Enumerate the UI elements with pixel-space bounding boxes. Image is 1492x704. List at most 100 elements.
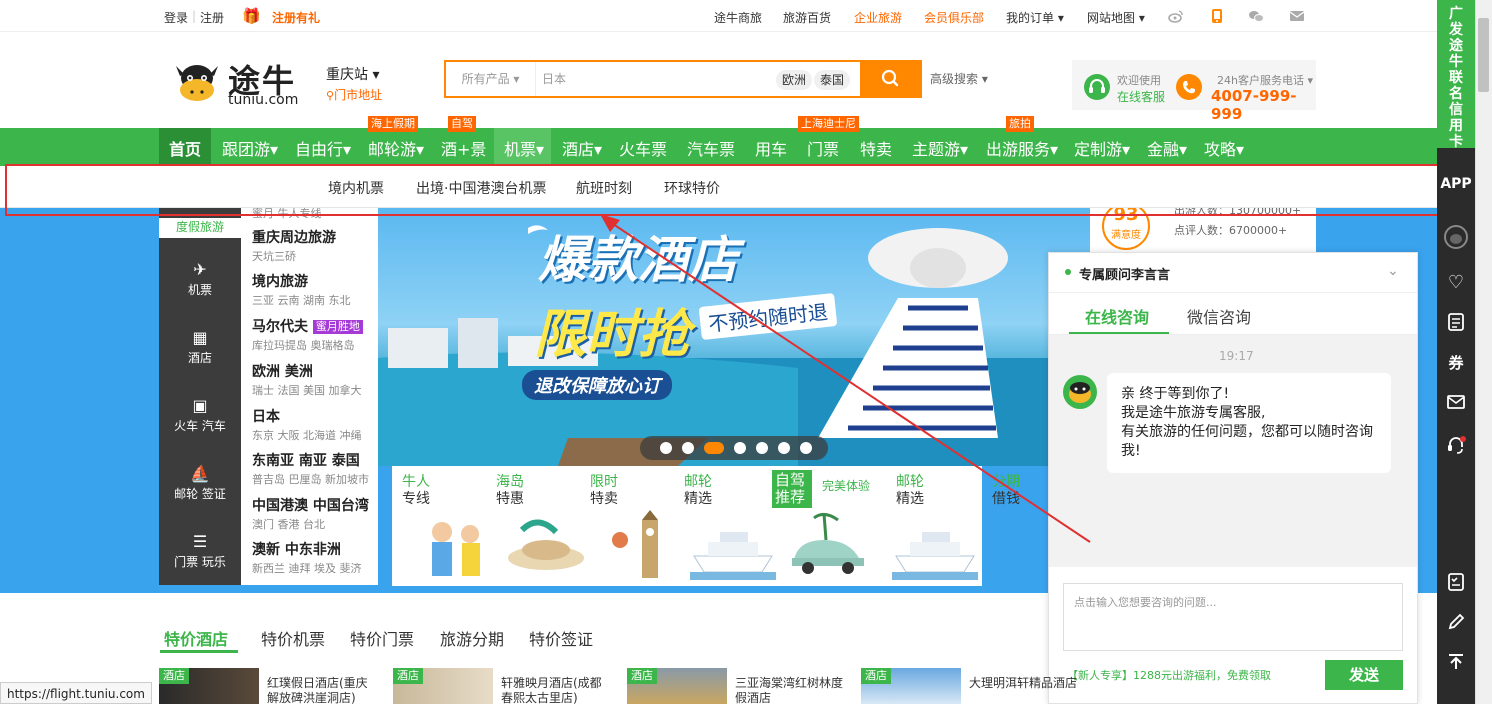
tab-visa-deals[interactable]: 特价签证 — [529, 626, 593, 650]
category-cruise-visa-label: 邮轮 签证 — [174, 487, 226, 501]
nav-hotel-scenic[interactable]: 酒+景 — [441, 136, 486, 160]
promo-card[interactable]: 海岛 特惠 — [496, 474, 586, 508]
destination-title[interactable]: 重庆周边旅游 — [252, 227, 376, 247]
notes-icon[interactable] — [1437, 312, 1475, 337]
mascot-icon[interactable] — [1437, 224, 1475, 255]
scrollbar-thumb[interactable] — [1478, 18, 1489, 92]
destination-title[interactable]: 马尔代夫 — [252, 319, 308, 335]
login-link[interactable]: 登录 — [164, 9, 188, 26]
promo-title: 海岛 — [496, 474, 524, 490]
nav-train[interactable]: 火车票 — [619, 136, 667, 160]
destination-sub[interactable]: 普吉岛 巴厘岛 新加坡市 — [252, 471, 376, 487]
mobile-icon[interactable] — [1209, 8, 1225, 24]
coupon-button[interactable]: 券 — [1437, 352, 1475, 373]
category-hotels[interactable]: ▦ 酒店 — [159, 328, 241, 366]
register-gift-link[interactable]: 注册有礼 — [272, 9, 320, 26]
member-club-link[interactable]: 会员俱乐部 — [924, 9, 984, 26]
customer-service-icon[interactable] — [1437, 434, 1475, 461]
business-travel-link[interactable]: 途牛商旅 — [714, 9, 762, 26]
category-vacation[interactable]: 度假旅游 — [159, 218, 241, 238]
my-orders-link[interactable]: 我的订单 ▾ — [1006, 9, 1064, 26]
page-scrollbar[interactable] — [1475, 0, 1492, 704]
destination-title[interactable]: 澳新 中东非洲 — [252, 539, 376, 559]
nav-travel-service[interactable]: 出游服务▾ — [986, 136, 1058, 160]
category-train-bus[interactable]: ▣ 火车 汽车 — [159, 396, 241, 434]
nav-flights[interactable]: 机票▾ — [504, 136, 544, 160]
divider: | — [192, 9, 197, 23]
station-selector[interactable]: 重庆站 ▾ — [326, 64, 379, 84]
annotation-arrow — [600, 214, 1091, 543]
destination-sub[interactable]: 天坑三硚 — [252, 248, 376, 264]
destination-title[interactable]: 东南亚 南亚 泰国 — [252, 450, 376, 470]
nav-cruise[interactable]: 邮轮游▾ — [368, 136, 424, 160]
store-address-link[interactable]: ⚲门市地址 — [326, 86, 382, 103]
destination-sub[interactable]: 澳门 香港 台北 — [252, 516, 376, 532]
destination-group: 中国港澳 中国台湾 澳门 香港 台北 — [252, 495, 376, 532]
weibo-icon[interactable] — [1168, 8, 1184, 24]
tab-installment[interactable]: 旅游分期 — [440, 626, 504, 650]
feedback-pencil-icon[interactable] — [1437, 612, 1475, 637]
destination-sub[interactable]: 三亚 云南 湖南 东北 — [252, 292, 376, 308]
mail-icon[interactable] — [1437, 392, 1475, 417]
promo-card[interactable]: 牛人 专线 — [402, 474, 492, 508]
promo-sub: 专线 — [402, 491, 430, 507]
destination-group: 东南亚 南亚 泰国 普吉岛 巴厘岛 新加坡市 — [252, 450, 376, 487]
destination-sub[interactable]: 库拉玛提岛 奥瑞格岛 — [252, 337, 376, 353]
destination-sub[interactable]: 东京 大阪 北海道 冲绳 — [252, 427, 376, 443]
nav-finance[interactable]: 金融▾ — [1147, 136, 1187, 160]
nav-guides[interactable]: 攻略▾ — [1204, 136, 1244, 160]
favorite-heart-icon[interactable]: ♡ — [1437, 272, 1475, 293]
train-icon: ▣ — [192, 396, 208, 415]
tab-wechat-consult[interactable]: 微信咨询 — [1187, 304, 1251, 328]
search-hot-tag[interactable]: 欧洲 — [776, 70, 813, 90]
advanced-search-link[interactable]: 高级搜索 ▾ — [930, 70, 988, 87]
tab-ticket-deals[interactable]: 特价门票 — [350, 626, 414, 650]
nav-tickets[interactable]: 门票 — [807, 136, 839, 160]
hotel-card[interactable]: 酒店 红璞假日酒店(重庆解放碑洪崖洞店) — [159, 668, 377, 704]
destination-group: 重庆周边旅游 天坑三硚 — [252, 227, 376, 264]
app-download[interactable]: APP — [1437, 176, 1475, 192]
hotel-card[interactable]: 酒店 轩雅映月酒店(成都春熙太古里店) — [393, 668, 611, 704]
category-tickets-fun[interactable]: ☰ 门票 玩乐 — [159, 532, 241, 570]
destination-title[interactable]: 欧洲 美洲 — [252, 361, 376, 381]
tab-hotel-deals[interactable]: 特价酒店 — [164, 626, 228, 650]
survey-icon[interactable] — [1437, 572, 1475, 597]
nav-independent-travel[interactable]: 自由行▾ — [295, 136, 351, 160]
send-button[interactable]: 发送 — [1325, 660, 1403, 690]
nav-home[interactable]: 首页 — [169, 136, 201, 160]
category-flights[interactable]: ✈ 机票 — [159, 260, 241, 298]
destination-title[interactable]: 境内旅游 — [252, 271, 376, 291]
chat-input[interactable]: 点击输入您想要咨询的问题... — [1063, 583, 1403, 651]
register-link[interactable]: 注册 — [200, 9, 224, 26]
sitemap-link[interactable]: 网站地图 ▾ — [1087, 9, 1145, 26]
destination-title[interactable]: 日本 — [252, 406, 376, 426]
hotel-card[interactable]: 酒店 三亚海棠湾红树林度假酒店 — [627, 668, 845, 704]
wechat-icon[interactable] — [1248, 8, 1264, 24]
nav-group-tour[interactable]: 跟团游▾ — [222, 136, 278, 160]
nav-special-sale[interactable]: 特卖 — [860, 136, 892, 160]
nav-custom-tour[interactable]: 定制游▾ — [1074, 136, 1130, 160]
search-button[interactable] — [860, 60, 922, 98]
search-hot-tag[interactable]: 泰国 — [814, 70, 851, 90]
nav-car-rental[interactable]: 用车 — [755, 136, 787, 160]
hotel-card[interactable]: 酒店 大理明洱轩精品酒店 — [861, 668, 1079, 704]
back-to-top-icon[interactable] — [1437, 652, 1475, 677]
destination-sub[interactable]: 瑞士 法国 美国 加拿大 — [252, 382, 376, 398]
new-user-promo-link[interactable]: 【新人专享】1288元出游福利，免费领取 — [1067, 667, 1271, 683]
tuniu-logo-icon[interactable] — [172, 56, 222, 104]
travel-goods-link[interactable]: 旅游百货 — [783, 9, 831, 26]
mail-icon[interactable] — [1289, 8, 1305, 24]
nav-theme-tour[interactable]: 主题游▾ — [912, 136, 968, 160]
corporate-travel-link[interactable]: 企业旅游 — [854, 9, 902, 26]
tab-flight-deals[interactable]: 特价机票 — [261, 626, 325, 650]
online-service-link[interactable]: 在线客服 — [1117, 88, 1165, 105]
nav-bus[interactable]: 汽车票 — [687, 136, 735, 160]
search-input[interactable]: 日本 — [542, 62, 772, 96]
destination-sub[interactable]: 新西兰 迪拜 埃及 斐济 — [252, 560, 376, 576]
destination-title[interactable]: 中国港澳 中国台湾 — [252, 495, 376, 515]
search-category-select[interactable]: 所有产品 ▾ — [446, 62, 536, 96]
category-cruise-visa[interactable]: ⛵ 邮轮 签证 — [159, 464, 241, 502]
collapse-chevron-icon[interactable]: ⌄ — [1387, 263, 1399, 279]
credit-card-ad[interactable]: 广发途牛联名信用卡 — [1437, 0, 1475, 150]
nav-hotels[interactable]: 酒店▾ — [562, 136, 602, 160]
